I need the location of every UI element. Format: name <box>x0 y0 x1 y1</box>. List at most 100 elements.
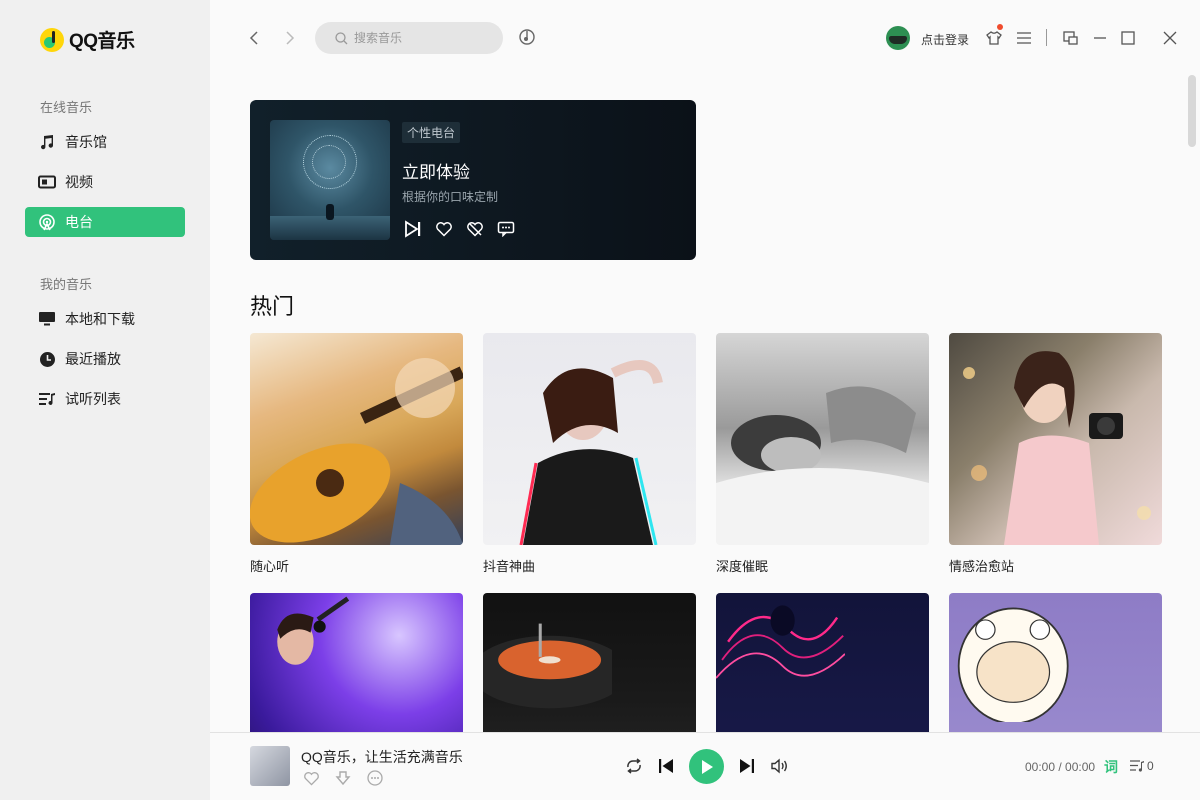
sidebar-item-radio[interactable]: 电台 <box>25 207 185 237</box>
radio-play-next-button[interactable] <box>402 218 424 240</box>
play-button[interactable] <box>689 749 724 784</box>
online-music-label: 在线音乐 <box>40 100 93 115</box>
current-song-cover[interactable] <box>250 746 290 786</box>
song-actions <box>301 769 397 787</box>
app-logo: QQ音乐 <box>40 26 135 53</box>
sidebar-item-label: 试听列表 <box>65 391 121 407</box>
avatar[interactable] <box>886 26 910 50</box>
search-box[interactable] <box>315 22 503 54</box>
search-input[interactable] <box>354 31 484 45</box>
sidebar-item-recent[interactable]: 最近播放 <box>25 344 185 374</box>
chevron-right-icon <box>286 31 295 45</box>
forward-button[interactable] <box>280 28 300 48</box>
hot-section-title: 热门 <box>250 294 295 319</box>
sidebar-item-local-download[interactable]: 本地和下载 <box>25 304 185 334</box>
tile-label: 深度催眠 <box>716 559 769 574</box>
my-music-label: 我的音乐 <box>40 277 93 292</box>
download-icon <box>335 771 351 786</box>
mini-mode-icon <box>1062 31 1078 45</box>
qq-music-window: QQ音乐 在线音乐 音乐馆 视频 电台 我的音乐 本地和下载 最近播放 试听列表… <box>0 0 1200 800</box>
maximize-icon <box>1121 31 1135 45</box>
previous-button[interactable] <box>655 755 677 777</box>
more-icon <box>367 770 383 786</box>
cover-decoration <box>312 145 346 179</box>
personal-radio-card[interactable]: 个性电台 立即体验 根据你的口味定制 <box>250 100 696 260</box>
play-next-icon <box>405 220 421 238</box>
sidebar-item-label: 本地和下载 <box>65 311 135 327</box>
play-icon <box>701 759 713 774</box>
play-queue-button[interactable]: 0 <box>1129 759 1154 773</box>
radio-like-button[interactable] <box>433 218 455 240</box>
skin-button[interactable] <box>984 28 1004 48</box>
monitor-icon <box>38 310 56 328</box>
lyrics-button[interactable]: 词 <box>1104 757 1118 777</box>
back-button[interactable] <box>244 28 264 48</box>
heart-icon <box>436 222 452 237</box>
menu-icon <box>1017 32 1031 44</box>
scrollbar-thumb[interactable] <box>1188 75 1196 147</box>
download-button[interactable] <box>333 769 353 787</box>
notification-dot <box>997 24 1003 30</box>
volume-button[interactable] <box>768 755 790 777</box>
more-button[interactable] <box>365 769 385 787</box>
close-button[interactable] <box>1160 28 1180 48</box>
radio-controls <box>402 218 526 240</box>
minimize-icon <box>1094 37 1106 39</box>
broken-heart-icon <box>467 222 483 237</box>
next-button[interactable] <box>736 755 758 777</box>
sidebar-item-label: 最近播放 <box>65 351 121 367</box>
top-bar: 点击登录 <box>210 0 1200 75</box>
queue-count: 0 <box>1147 759 1154 773</box>
radio-subtitle: 根据你的口味定制 <box>402 190 499 204</box>
tile-cover-image <box>250 333 463 545</box>
tile-cover-image <box>949 333 1162 545</box>
radio-tile[interactable]: 情感治愈站 <box>949 333 1162 575</box>
sidebar: QQ音乐 在线音乐 音乐馆 视频 电台 我的音乐 本地和下载 最近播放 试听列表 <box>0 0 210 800</box>
close-icon <box>1163 31 1177 45</box>
qq-music-logo-icon <box>40 27 64 52</box>
radio-tag: 个性电台 <box>402 122 461 143</box>
previous-icon <box>659 759 673 773</box>
sidebar-item-music-hall[interactable]: 音乐馆 <box>25 127 185 157</box>
clock-icon <box>38 350 56 368</box>
player-bar: QQ音乐，让生活充满音乐 00:00 / 00:00 词 0 <box>210 732 1200 800</box>
tile-cover-image <box>483 333 696 545</box>
radio-cover-image <box>270 120 390 240</box>
radio-tile[interactable]: 抖音神曲 <box>483 333 696 575</box>
login-link[interactable]: 点击登录 <box>921 31 969 48</box>
volume-icon <box>770 758 787 774</box>
music-note-icon <box>38 133 56 151</box>
radio-comment-button[interactable] <box>495 218 517 240</box>
cover-decoration <box>326 204 334 220</box>
playback-time: 00:00 / 00:00 <box>1025 760 1096 774</box>
radio-tile[interactable]: 随心听 <box>250 333 463 575</box>
tile-label: 抖音神曲 <box>483 559 536 574</box>
chevron-left-icon <box>249 31 258 45</box>
tile-cover-image <box>716 333 929 545</box>
sidebar-item-label: 电台 <box>65 214 93 230</box>
minimize-button[interactable] <box>1090 28 1110 48</box>
mini-mode-button[interactable] <box>1060 28 1080 48</box>
next-icon <box>740 759 754 773</box>
like-song-button[interactable] <box>301 769 321 787</box>
toolbar-divider <box>1046 29 1047 46</box>
video-icon <box>38 173 56 191</box>
radio-tile[interactable]: 深度催眠 <box>716 333 929 575</box>
voice-search-button[interactable] <box>518 28 538 48</box>
repeat-icon <box>627 758 641 774</box>
radio-dislike-button[interactable] <box>464 218 486 240</box>
music-recognition-icon <box>519 29 535 45</box>
radio-icon <box>38 213 56 231</box>
tile-label: 情感治愈站 <box>949 559 1015 574</box>
sidebar-item-label: 视频 <box>65 174 93 190</box>
main-menu-button[interactable] <box>1014 28 1034 48</box>
current-song-title: QQ音乐，让生活充满音乐 <box>301 749 463 765</box>
search-icon <box>335 31 348 44</box>
sidebar-item-playlist[interactable]: 试听列表 <box>25 384 185 414</box>
maximize-button[interactable] <box>1118 28 1138 48</box>
loop-mode-button[interactable] <box>623 755 645 777</box>
shirt-icon <box>986 31 1002 45</box>
queue-icon <box>1130 760 1144 772</box>
heart-icon <box>303 771 319 786</box>
sidebar-item-video[interactable]: 视频 <box>25 167 185 197</box>
